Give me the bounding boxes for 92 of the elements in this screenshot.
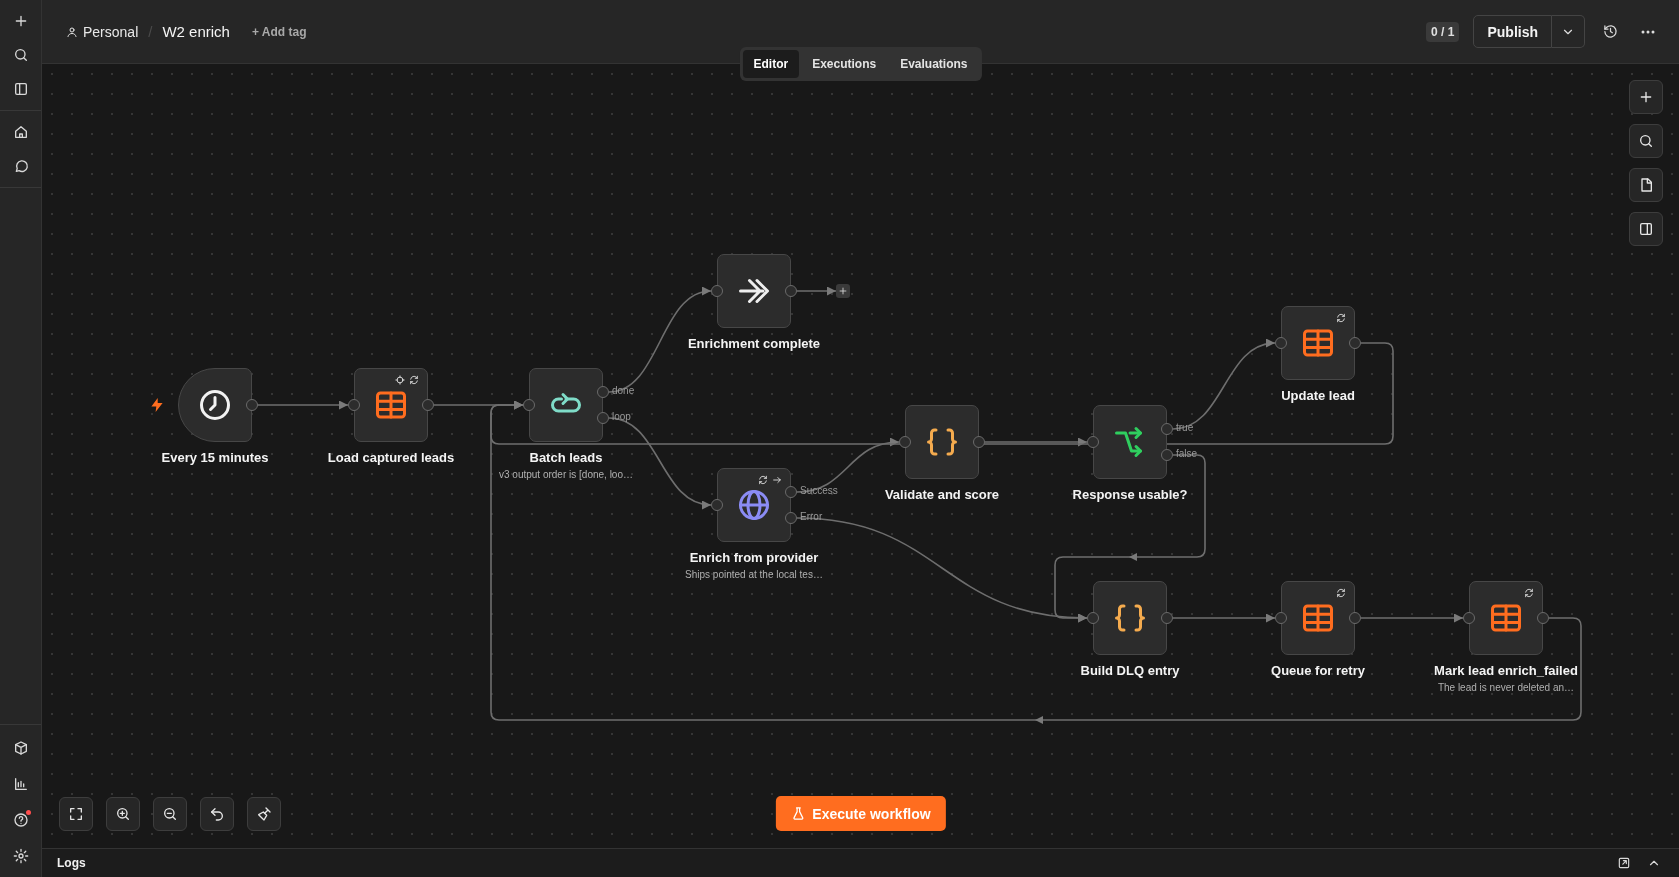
breadcrumb-separator: / <box>148 23 153 40</box>
output-label: Success <box>800 485 838 496</box>
home-icon <box>12 124 29 140</box>
panel-icon <box>1638 221 1654 237</box>
node-note: v3 output order is [done, loo… <box>499 469 633 480</box>
clear-button[interactable] <box>247 797 281 831</box>
settings-icon <box>12 848 29 864</box>
refresh-icon <box>1336 313 1346 323</box>
add-tag-button[interactable]: + Add tag <box>251 24 307 39</box>
connection-handle[interactable] <box>348 399 360 411</box>
node-title: Queue for retry <box>1271 663 1365 678</box>
project-link[interactable]: Personal <box>66 23 139 40</box>
fit-view-icon <box>68 806 84 822</box>
workflow-node[interactable] <box>529 368 603 442</box>
search-button[interactable] <box>1629 124 1663 158</box>
connection-handle[interactable] <box>1275 612 1287 624</box>
history-icon <box>1602 24 1618 39</box>
refresh-icon <box>1524 588 1534 598</box>
plus-icon <box>1638 89 1654 105</box>
node-note: Ships pointed at the local tes… <box>685 569 823 580</box>
cube-icon <box>12 740 29 756</box>
node-title: Enrich from provider <box>689 550 819 565</box>
output-label: loop <box>612 411 631 422</box>
node-title: Every 15 minutes <box>161 450 269 465</box>
sticky-note-button[interactable] <box>1629 168 1663 202</box>
workflow-node[interactable] <box>1093 405 1167 479</box>
version-counter: 0 / 1 <box>1426 21 1460 42</box>
add-node-button[interactable] <box>836 284 850 298</box>
target-icon <box>395 375 405 385</box>
person-icon <box>66 25 78 38</box>
plus-icon <box>838 286 848 296</box>
node-note: The lead is never deleted an… <box>1437 682 1575 693</box>
tab[interactable]: Editor <box>742 50 800 78</box>
zoom-in-button[interactable] <box>106 797 140 831</box>
connection-handle[interactable] <box>1463 612 1475 624</box>
refresh-icon <box>758 475 768 485</box>
panel-toggle-button[interactable] <box>1629 212 1663 246</box>
flask-icon <box>790 806 806 821</box>
more-icon <box>1641 29 1655 34</box>
globe-icon <box>736 487 772 523</box>
node-title: Validate and score <box>884 487 1000 502</box>
zoom-in-icon <box>115 806 131 822</box>
broom-icon <box>256 806 272 822</box>
fit-view-button[interactable] <box>59 797 93 831</box>
popout-icon <box>1617 856 1631 870</box>
connection-handle[interactable] <box>1275 337 1287 349</box>
node-title: Mark lead enrich_failed <box>1434 663 1578 678</box>
refresh-icon <box>409 375 419 385</box>
workflow-node[interactable] <box>178 368 252 442</box>
help-icon <box>12 812 29 828</box>
output-label: false <box>1176 448 1198 459</box>
note-icon <box>1638 177 1654 193</box>
publish-button[interactable]: Publish <box>1473 15 1552 48</box>
zoom-out-icon <box>162 806 178 822</box>
node-title: Build DLQ entry <box>1080 663 1180 678</box>
workflow-node[interactable] <box>905 405 979 479</box>
clock-icon <box>197 387 233 423</box>
tab[interactable]: Evaluations <box>889 50 979 78</box>
workflow-node[interactable] <box>717 468 791 542</box>
connection-handle[interactable] <box>1087 612 1099 624</box>
add-node-button[interactable] <box>1629 80 1663 114</box>
undo-button[interactable] <box>200 797 234 831</box>
workflow-node[interactable] <box>1281 306 1355 380</box>
arrow-right-icon <box>772 475 782 485</box>
node-title: Enrichment complete <box>687 336 821 351</box>
node-title: Response usable? <box>1072 487 1188 502</box>
tab[interactable]: Executions <box>801 50 888 78</box>
workflow-node[interactable] <box>717 254 791 328</box>
connection-handle[interactable] <box>899 436 911 448</box>
connection-handle[interactable] <box>1087 436 1099 448</box>
output-label: done <box>612 385 635 396</box>
workflow-node[interactable] <box>354 368 428 442</box>
connection-handle[interactable] <box>711 285 723 297</box>
workflow-node[interactable] <box>1281 581 1355 655</box>
connection-handle[interactable] <box>711 499 723 511</box>
search-icon <box>1638 133 1654 149</box>
undo-icon <box>209 806 225 822</box>
workflow-node[interactable] <box>1469 581 1543 655</box>
connection-line <box>796 286 837 296</box>
bar-chart-icon <box>12 776 29 792</box>
refresh-icon <box>1336 588 1346 598</box>
connection-handle[interactable] <box>523 399 535 411</box>
node-title: Load captured leads <box>327 450 455 465</box>
zoom-out-button[interactable] <box>153 797 187 831</box>
search-icon <box>12 47 29 63</box>
node-title: Batch leads <box>529 450 603 465</box>
workflow-node[interactable] <box>1093 581 1167 655</box>
lightning-icon <box>151 398 163 412</box>
node-title: Update lead <box>1281 388 1355 403</box>
logs-title: Logs <box>57 856 86 870</box>
panel-icon <box>12 81 29 97</box>
workflow-name[interactable]: W2 enrich <box>162 23 230 40</box>
